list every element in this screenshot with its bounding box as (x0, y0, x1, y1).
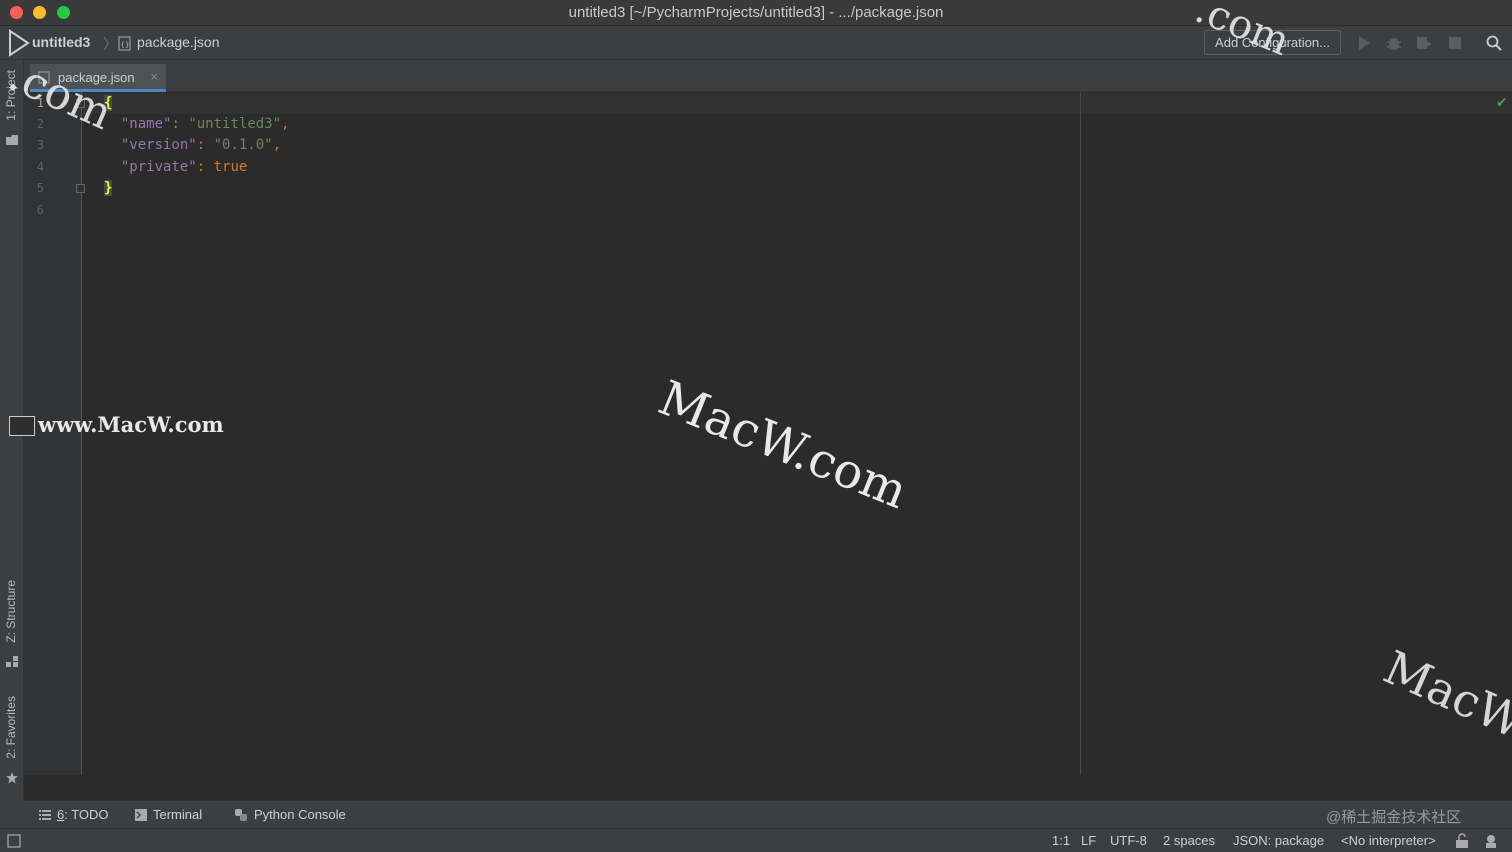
code-line-2: "name": "untitled3", (104, 116, 290, 132)
caret-position[interactable]: 1:1 (1052, 833, 1070, 848)
project-folder-icon (6, 135, 18, 145)
json-file-icon: {} (118, 36, 131, 51)
structure-icon (6, 656, 18, 667)
terminal-icon (135, 809, 147, 821)
python-console-icon (235, 809, 247, 821)
inspector-icon[interactable] (1483, 833, 1499, 849)
todo-tool-button[interactable]: 6: TODO (57, 807, 109, 822)
svg-text:{}: {} (121, 41, 130, 49)
json-comma: , (272, 137, 282, 153)
todo-list-icon (39, 810, 51, 820)
breadcrumb-file[interactable]: package.json (137, 34, 220, 50)
json-schema[interactable]: JSON: package (1233, 833, 1324, 848)
code-line-3: "version": "0.1.0", (104, 137, 281, 153)
file-encoding[interactable]: UTF-8 (1110, 833, 1147, 848)
indent-setting[interactable]: 2 spaces (1163, 833, 1215, 848)
json-comma: , (281, 116, 290, 132)
watermark-community: @稀土掘金技术社区 (1326, 809, 1462, 826)
run-icon[interactable] (1355, 34, 1373, 52)
code-line-4: "private": true (104, 159, 247, 175)
run-with-coverage-icon[interactable] (1415, 34, 1433, 52)
inspection-ok-icon[interactable]: ✔ (1496, 94, 1508, 111)
fold-marker-icon[interactable] (76, 184, 85, 193)
line-separator[interactable]: LF (1081, 833, 1096, 848)
close-tab-icon[interactable]: × (150, 69, 158, 84)
breadcrumb-separator-icon: 〉 (103, 36, 117, 52)
line-number: 3 (36, 138, 44, 152)
json-key: "version" (120, 137, 197, 153)
stop-icon[interactable] (1446, 34, 1464, 52)
watermark-logo-icon (9, 416, 35, 436)
editor-tab-bar: package.json × (24, 60, 1512, 92)
json-boolean-value: true (213, 159, 248, 175)
json-colon: : (171, 116, 180, 132)
json-string-value: "0.1.0" (213, 137, 273, 153)
json-string-value: "untitled3" (188, 116, 282, 132)
search-everywhere-icon[interactable] (1485, 34, 1503, 52)
json-colon: : (196, 159, 206, 175)
line-number: 4 (36, 160, 44, 174)
todo-label: : TODO (64, 807, 109, 822)
code-line-5: } (104, 180, 113, 196)
tool-windows-toggle-icon[interactable] (7, 834, 21, 848)
current-line-highlight (82, 93, 1512, 114)
json-key: "name" (120, 116, 172, 132)
status-bar: 1:1 LF UTF-8 2 spaces JSON: package <No … (0, 828, 1512, 852)
line-number: 2 (36, 117, 44, 131)
line-number: 6 (36, 203, 44, 217)
line-number: 5 (36, 181, 44, 195)
json-colon: : (196, 137, 206, 153)
favorites-tool-button[interactable]: 2: Favorites (4, 696, 18, 759)
tool-window-bar: 6: TODO Terminal Python Console (24, 800, 1512, 828)
breadcrumb-project[interactable]: untitled3 (32, 34, 90, 50)
interpreter-selector[interactable]: <No interpreter> (1341, 833, 1436, 848)
star-icon (6, 772, 18, 784)
debug-icon[interactable] (1385, 34, 1403, 52)
bottom-left-corner (0, 800, 24, 828)
json-key: "private" (120, 159, 197, 175)
structure-tool-button[interactable]: Z: Structure (4, 580, 18, 643)
json-brace: } (104, 180, 113, 196)
terminal-tool-button[interactable]: Terminal (153, 807, 202, 822)
right-margin-guide (1080, 92, 1081, 775)
lock-icon[interactable] (1455, 833, 1469, 849)
watermark-left: www.MacW.com (38, 412, 224, 437)
python-console-tool-button[interactable]: Python Console (254, 807, 346, 822)
